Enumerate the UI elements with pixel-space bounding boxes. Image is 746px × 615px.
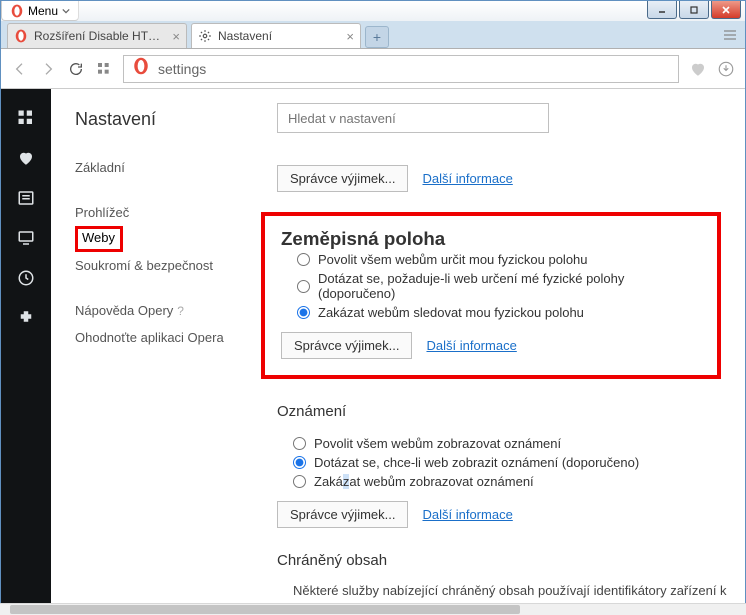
opera-icon bbox=[10, 4, 24, 18]
nav-help[interactable]: Nápověda Opery? bbox=[75, 297, 261, 324]
settings-nav: Nastavení Základní Prohlížeč Weby Soukro… bbox=[51, 89, 261, 606]
tab-label: Rozšíření Disable HTML5 A bbox=[34, 29, 166, 43]
exceptions-button[interactable]: Správce výjimek... bbox=[277, 165, 408, 192]
more-info-link[interactable]: Další informace bbox=[422, 507, 512, 522]
tab-strip: Rozšíření Disable HTML5 A × Nastavení × … bbox=[1, 21, 745, 49]
scrollbar-thumb[interactable] bbox=[10, 605, 520, 614]
speed-dial-icon[interactable] bbox=[95, 60, 113, 78]
extension-icon[interactable] bbox=[17, 309, 35, 327]
nav-websites[interactable]: Weby bbox=[82, 230, 115, 245]
horizontal-scrollbar[interactable] bbox=[0, 603, 746, 615]
nav-bar bbox=[1, 49, 745, 89]
title-bar: Menu bbox=[1, 1, 745, 21]
settings-search[interactable] bbox=[277, 103, 549, 133]
menu-label: Menu bbox=[28, 4, 58, 18]
nav-browser[interactable]: Prohlížeč bbox=[75, 199, 261, 226]
notifications-section: Oznámení Povolit všem webům zobrazovat o… bbox=[261, 403, 729, 528]
speed-dial-icon[interactable] bbox=[17, 109, 35, 127]
window-controls bbox=[647, 1, 741, 19]
tab-label: Nastavení bbox=[218, 29, 340, 43]
minimize-button[interactable] bbox=[647, 1, 677, 19]
gear-icon bbox=[198, 29, 212, 43]
settings-main: Správce výjimek... Další informace Zeměp… bbox=[261, 89, 745, 606]
close-icon[interactable]: × bbox=[346, 30, 354, 43]
notif-opt-deny[interactable]: Zakázat webům zobrazovat oznámení bbox=[293, 472, 729, 491]
menu-button[interactable]: Menu bbox=[1, 1, 79, 21]
protected-desc: Některé služby nabízející chráněný obsah… bbox=[293, 583, 729, 598]
heart-icon[interactable] bbox=[689, 60, 707, 78]
nav-privacy[interactable]: Soukromí & bezpečnost bbox=[75, 252, 261, 279]
chevron-down-icon bbox=[62, 7, 70, 15]
menu-lines-icon[interactable] bbox=[721, 26, 739, 44]
nav-rate[interactable]: Ohodnoťte aplikaci Opera bbox=[75, 324, 261, 351]
address-bar[interactable] bbox=[123, 55, 679, 83]
more-info-link[interactable]: Další informace bbox=[422, 171, 512, 186]
opera-icon bbox=[132, 57, 150, 80]
news-icon[interactable] bbox=[17, 189, 35, 207]
window-frame: Menu Rozšíření Disable HTML5 A × Nastave… bbox=[0, 0, 746, 607]
protected-content-section: Chráněný obsah Některé služby nabízející… bbox=[261, 552, 729, 598]
exceptions-button[interactable]: Správce výjimek... bbox=[277, 501, 408, 528]
close-button[interactable] bbox=[711, 1, 741, 19]
notif-opt-allow[interactable]: Povolit všem webům zobrazovat oznámení bbox=[293, 434, 729, 453]
reload-icon[interactable] bbox=[67, 60, 85, 78]
back-icon[interactable] bbox=[11, 60, 29, 78]
address-input[interactable] bbox=[158, 61, 670, 77]
geo-opt-ask[interactable]: Dotázat se, požaduje-li web určení mé fy… bbox=[297, 269, 705, 303]
section-title-geo: Zeměpisná poloha bbox=[281, 228, 705, 250]
search-input[interactable] bbox=[288, 111, 538, 126]
maximize-button[interactable] bbox=[679, 1, 709, 19]
desktop-icon[interactable] bbox=[17, 229, 35, 247]
tab-extension[interactable]: Rozšíření Disable HTML5 A × bbox=[7, 23, 187, 48]
geo-opt-allow[interactable]: Povolit všem webům určit mou fyzickou po… bbox=[297, 250, 705, 269]
exceptions-button[interactable]: Správce výjimek... bbox=[281, 332, 412, 359]
history-icon[interactable] bbox=[17, 269, 35, 287]
download-icon[interactable] bbox=[717, 60, 735, 78]
sidebar-iconbar bbox=[1, 89, 51, 606]
content-area: Nastavení Základní Prohlížeč Weby Soukro… bbox=[1, 89, 745, 606]
more-info-link[interactable]: Další informace bbox=[426, 338, 516, 353]
help-icon: ? bbox=[177, 304, 184, 318]
section-title-protected: Chráněný obsah bbox=[277, 552, 729, 569]
opera-icon bbox=[14, 29, 28, 43]
notif-opt-ask[interactable]: Dotázat se, chce-li web zobrazit oznámen… bbox=[293, 453, 729, 472]
tab-settings[interactable]: Nastavení × bbox=[191, 23, 361, 48]
new-tab-button[interactable]: + bbox=[365, 26, 389, 48]
geolocation-section-highlighted: Zeměpisná poloha Povolit všem webům urči… bbox=[261, 212, 721, 379]
nav-basic[interactable]: Základní bbox=[75, 154, 261, 181]
close-icon[interactable]: × bbox=[172, 30, 180, 43]
page-title: Nastavení bbox=[75, 109, 261, 130]
forward-icon[interactable] bbox=[39, 60, 57, 78]
heart-icon[interactable] bbox=[17, 149, 35, 167]
section-title-notif: Oznámení bbox=[277, 403, 729, 420]
geo-opt-deny[interactable]: Zakázat webům sledovat mou fyzickou polo… bbox=[297, 303, 705, 322]
